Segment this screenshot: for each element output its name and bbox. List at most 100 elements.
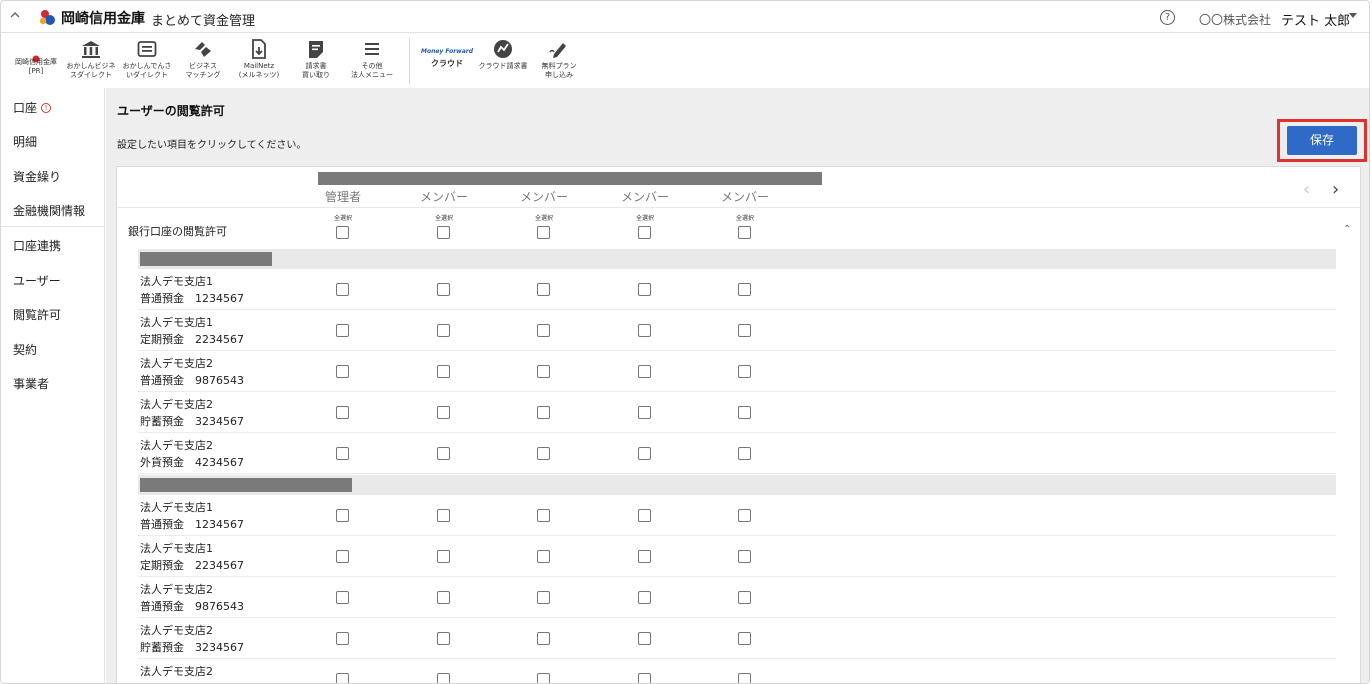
permission-checkbox[interactable] — [437, 591, 450, 604]
user-name[interactable]: テスト 太郎 — [1281, 10, 1350, 29]
permission-checkbox[interactable] — [437, 447, 450, 460]
permission-checkbox[interactable] — [336, 324, 349, 337]
table-row: 法人デモ支店2 外貨預金 4234567 — [138, 433, 1336, 474]
toolbar-item-okashin-pr[interactable]: 岡崎信用金庫 [PR] — [6, 48, 66, 76]
sidebar-item-institution-info[interactable]: 金融機関情報 — [13, 202, 85, 219]
select-all-checkbox[interactable] — [638, 226, 651, 239]
sidebar-item-view-permission[interactable]: 閲覧許可 — [13, 306, 61, 323]
save-button[interactable]: 保存 — [1287, 126, 1357, 155]
permission-checkbox[interactable] — [738, 324, 751, 337]
permission-checkbox[interactable] — [336, 591, 349, 604]
permission-checkbox[interactable] — [336, 365, 349, 378]
permission-checkbox[interactable] — [336, 406, 349, 419]
select-all-checkbox[interactable] — [437, 226, 450, 239]
sidebar-item-contract[interactable]: 契約 — [13, 341, 37, 358]
permission-checkbox[interactable] — [638, 673, 651, 683]
chevron-up-icon[interactable]: ⌃ — [1343, 224, 1351, 235]
permission-checkbox[interactable] — [738, 406, 751, 419]
account-info: 貯蓄預金 3234567 — [140, 641, 244, 654]
permission-checkbox[interactable] — [638, 509, 651, 522]
select-all-checkbox[interactable] — [537, 226, 550, 239]
permission-checkbox[interactable] — [738, 673, 751, 683]
sidebar-item-account[interactable]: 口座! — [13, 99, 52, 116]
main-content: ユーザーの閲覧許可 設定したい項目をクリックしてください。 保存 ‹ › 銀行口… — [106, 88, 1369, 683]
sidebar-item-users[interactable]: ユーザー — [13, 272, 61, 289]
permission-checkbox[interactable] — [537, 509, 550, 522]
permission-checkbox[interactable] — [537, 591, 550, 604]
permission-checkbox[interactable] — [537, 324, 550, 337]
permission-checkbox[interactable] — [437, 406, 450, 419]
select-all-checkbox[interactable] — [336, 226, 349, 239]
sidebar-item-statements[interactable]: 明細 — [13, 133, 37, 150]
chevron-left-icon[interactable]: ‹ — [1303, 179, 1310, 200]
toolbar-item-other-menu[interactable]: その他 法人メニュー — [342, 38, 402, 80]
toolbar-item-business-direct[interactable]: おかしんビジネ スダイレクト — [61, 38, 121, 80]
permission-checkbox[interactable] — [638, 447, 651, 460]
permission-checkbox[interactable] — [437, 673, 450, 683]
permission-checkbox[interactable] — [437, 550, 450, 563]
permission-checkbox[interactable] — [437, 283, 450, 296]
app-subtitle: まとめて資金管理 — [151, 14, 256, 29]
permission-checkbox[interactable] — [638, 591, 651, 604]
permission-checkbox[interactable] — [537, 365, 550, 378]
toolbar-item-mailnetz[interactable]: MailNetz (メルネッツ) — [229, 38, 289, 80]
permission-checkbox[interactable] — [638, 550, 651, 563]
account-info: 普通預金 1234567 — [140, 292, 244, 305]
permission-checkbox[interactable] — [738, 509, 751, 522]
permission-checkbox[interactable] — [638, 632, 651, 645]
permission-checkbox[interactable] — [336, 509, 349, 522]
menu-lines-icon — [342, 38, 402, 60]
column-header: メンバー — [720, 190, 769, 204]
help-icon[interactable]: ? — [1160, 10, 1175, 25]
table-row: 法人デモ支店1 普通預金 1234567 — [138, 269, 1336, 310]
toolbar-item-business-matching[interactable]: ビジネス マッチング — [173, 38, 233, 80]
permission-checkbox[interactable] — [336, 550, 349, 563]
toolbar-item-cloud-invoice[interactable]: クラウド請求書 — [473, 38, 533, 71]
permission-checkbox[interactable] — [738, 283, 751, 296]
permission-checkbox[interactable] — [437, 632, 450, 645]
sidebar-divider — [1, 226, 105, 227]
toolbar-divider — [409, 38, 410, 84]
permission-checkbox[interactable] — [738, 632, 751, 645]
permission-checkbox[interactable] — [738, 447, 751, 460]
page-title: ユーザーの閲覧許可 — [117, 104, 225, 118]
permission-checkbox[interactable] — [537, 283, 550, 296]
sidebar-item-cashflow[interactable]: 資金繰り — [13, 168, 61, 185]
permission-checkbox[interactable] — [638, 365, 651, 378]
chevron-down-icon[interactable] — [1349, 13, 1357, 18]
sidebar-item-business-entity[interactable]: 事業者 — [13, 375, 49, 392]
permission-checkbox[interactable] — [638, 324, 651, 337]
permission-checkbox[interactable] — [336, 673, 349, 683]
branch-name: 法人デモ支店2 — [140, 624, 213, 637]
permission-checkbox[interactable] — [537, 550, 550, 563]
table-row: 法人デモ支店2 普通預金 9876543 — [138, 577, 1336, 618]
branch-name: 法人デモ支店2 — [140, 583, 213, 596]
permission-checkbox[interactable] — [336, 632, 349, 645]
permission-checkbox[interactable] — [537, 632, 550, 645]
permission-checkbox[interactable] — [437, 365, 450, 378]
permission-checkbox[interactable] — [437, 509, 450, 522]
toolbar-item-free-plan[interactable]: 無料プラン 申し込み — [529, 38, 589, 80]
column-header: メンバー — [419, 190, 468, 204]
permission-checkbox[interactable] — [336, 447, 349, 460]
page-description: 設定したい項目をクリックしてください。 — [117, 140, 307, 151]
section-label: 銀行口座の閲覧許可 — [128, 225, 227, 238]
permission-checkbox[interactable] — [437, 324, 450, 337]
collapse-chevron-icon[interactable] — [9, 8, 23, 24]
permission-checkbox[interactable] — [638, 283, 651, 296]
toolbar-item-mf-cloud[interactable]: Money Forward クラウド — [417, 48, 477, 68]
permission-checkbox[interactable] — [537, 673, 550, 683]
select-all-checkbox[interactable] — [738, 226, 751, 239]
chevron-right-icon[interactable]: › — [1332, 179, 1339, 200]
permission-checkbox[interactable] — [738, 365, 751, 378]
account-info: 定期預金 2234567 — [140, 559, 244, 572]
permission-checkbox[interactable] — [537, 406, 550, 419]
toolbar-item-densai-direct[interactable]: おかしんでんさ いダイレクト — [117, 38, 177, 80]
permission-checkbox[interactable] — [537, 447, 550, 460]
sidebar-item-account-link[interactable]: 口座連携 — [13, 237, 61, 254]
toolbar-item-invoice-purchase[interactable]: 請求書 買い取り — [286, 38, 346, 80]
permission-checkbox[interactable] — [738, 550, 751, 563]
permission-checkbox[interactable] — [638, 406, 651, 419]
permission-checkbox[interactable] — [336, 283, 349, 296]
permission-checkbox[interactable] — [738, 591, 751, 604]
